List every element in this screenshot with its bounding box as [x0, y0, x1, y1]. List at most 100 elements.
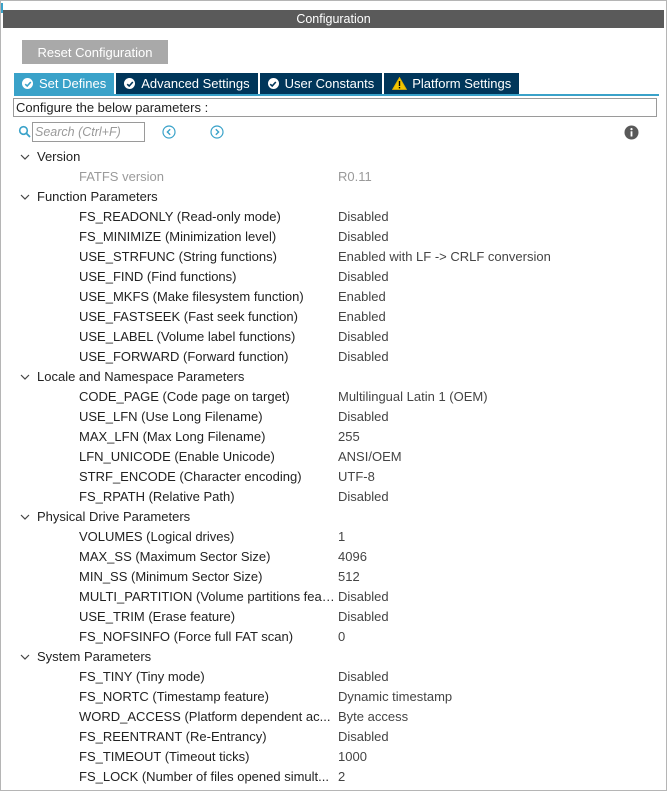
tab-platform-settings[interactable]: Platform Settings — [384, 73, 520, 94]
param-row[interactable]: FS_READONLY (Read-only mode) Disabled — [1, 207, 666, 227]
param-name: USE_STRFUNC (String functions) — [79, 249, 277, 264]
param-row[interactable]: FS_RPATH (Relative Path) Disabled — [1, 487, 666, 507]
param-value[interactable]: Disabled — [338, 327, 389, 347]
param-row[interactable]: MIN_SS (Minimum Sector Size) 512 — [1, 567, 666, 587]
param-value[interactable]: ANSI/OEM — [338, 447, 402, 467]
param-row[interactable]: USE_MKFS (Make filesystem function) Enabl… — [1, 287, 666, 307]
info-icon[interactable] — [624, 125, 639, 140]
group-label: System Parameters — [37, 649, 152, 664]
param-row[interactable]: FS_LOCK (Number of files opened simult..… — [1, 767, 666, 787]
param-name: FS_RPATH (Relative Path) — [79, 489, 235, 504]
param-row[interactable]: USE_TRIM (Erase feature) Disabled — [1, 607, 666, 627]
param-value[interactable]: R0.11 — [338, 167, 372, 187]
param-value[interactable]: Disabled — [338, 227, 389, 247]
param-value[interactable]: Enabled — [338, 287, 386, 307]
group-label: Version — [37, 149, 81, 164]
param-row[interactable]: MAX_LFN (Max Long Filename) 255 — [1, 427, 666, 447]
chevron-down-icon[interactable] — [20, 152, 30, 162]
param-row[interactable]: FATFS version R0.11 — [1, 167, 666, 187]
next-result-icon[interactable] — [210, 125, 224, 139]
param-value[interactable]: Enabled — [338, 307, 386, 327]
reset-configuration-button[interactable]: Reset Configuration — [22, 40, 168, 64]
param-name: FS_LOCK (Number of files opened simult..… — [79, 769, 329, 784]
param-value[interactable]: Disabled — [338, 407, 389, 427]
param-row[interactable]: FS_MINIMIZE (Minimization level) Disabled — [1, 227, 666, 247]
param-value[interactable]: UTF-8 — [338, 467, 375, 487]
tab-user-constants[interactable]: User Constants — [259, 73, 383, 94]
param-row[interactable]: LFN_UNICODE (Enable Unicode) ANSI/OEM — [1, 447, 666, 467]
param-row[interactable]: CODE_PAGE (Code page on target) Multiling… — [1, 387, 666, 407]
param-name: MULTI_PARTITION (Volume partitions feat.… — [79, 589, 335, 604]
param-row[interactable]: FS_REENTRANT (Re-Entrancy) Disabled — [1, 727, 666, 747]
param-name: USE_FORWARD (Forward function) — [79, 349, 289, 364]
tab-set-defines[interactable]: Set Defines — [14, 73, 115, 94]
tab-label: Set Defines — [39, 76, 107, 91]
previous-result-icon[interactable] — [162, 125, 176, 139]
param-value[interactable]: Disabled — [338, 487, 389, 507]
param-value[interactable]: 0 — [338, 627, 345, 647]
param-name: USE_MKFS (Make filesystem function) — [79, 289, 304, 304]
configuration-panel: Configuration Reset Configuration Set De… — [0, 0, 667, 791]
param-value[interactable]: Disabled — [338, 207, 389, 227]
param-value[interactable]: 1 — [338, 527, 345, 547]
param-name: USE_LABEL (Volume label functions) — [79, 329, 296, 344]
param-row[interactable]: USE_FASTSEEK (Fast seek function) Enabled — [1, 307, 666, 327]
param-row[interactable]: WORD_ACCESS (Platform dependent ac... Byt… — [1, 707, 666, 727]
param-name: FATFS version — [79, 169, 165, 184]
param-name: WORD_ACCESS (Platform dependent ac... — [79, 709, 331, 724]
param-row[interactable]: FS_TIMEOUT (Timeout ticks) 1000 — [1, 747, 666, 767]
param-row[interactable]: STRF_ENCODE (Character encoding) UTF-8 — [1, 467, 666, 487]
param-value[interactable]: 255 — [338, 427, 360, 447]
param-value[interactable]: Enabled with LF -> CRLF conversion — [338, 247, 551, 267]
group-version[interactable]: Version — [1, 147, 666, 167]
param-value[interactable]: Byte access — [338, 707, 408, 727]
param-row[interactable]: FS_NORTC (Timestamp feature) Dynamic time… — [1, 687, 666, 707]
param-row[interactable]: USE_LFN (Use Long Filename) Disabled — [1, 407, 666, 427]
param-name: FS_NOFSINFO (Force full FAT scan) — [79, 629, 294, 644]
param-name: MAX_SS (Maximum Sector Size) — [79, 549, 271, 564]
param-row[interactable]: USE_FIND (Find functions) Disabled — [1, 267, 666, 287]
param-value[interactable]: Disabled — [338, 607, 389, 627]
chevron-down-icon[interactable] — [20, 652, 30, 662]
tab-label: User Constants — [284, 76, 375, 91]
search-input[interactable] — [32, 122, 145, 142]
param-row[interactable]: USE_STRFUNC (String functions) Enabled wi… — [1, 247, 666, 267]
chevron-down-icon[interactable] — [20, 512, 30, 522]
tab-underline — [14, 94, 659, 96]
param-name: MAX_LFN (Max Long Filename) — [79, 429, 266, 444]
group-system-parameters[interactable]: System Parameters — [1, 647, 666, 667]
param-row[interactable]: MULTI_PARTITION (Volume partitions feat.… — [1, 587, 666, 607]
param-row[interactable]: USE_LABEL (Volume label functions) Disabl… — [1, 327, 666, 347]
group-label: Function Parameters — [37, 189, 158, 204]
group-function-parameters[interactable]: Function Parameters — [1, 187, 666, 207]
param-value[interactable]: Disabled — [338, 267, 389, 287]
param-row[interactable]: FS_NOFSINFO (Force full FAT scan) 0 — [1, 627, 666, 647]
param-value[interactable]: Disabled — [338, 727, 389, 747]
chevron-down-icon[interactable] — [20, 192, 30, 202]
param-name: FS_TINY (Tiny mode) — [79, 669, 205, 684]
param-value[interactable]: Disabled — [338, 347, 389, 367]
param-value[interactable]: Disabled — [338, 667, 389, 687]
param-name: USE_LFN (Use Long Filename) — [79, 409, 263, 424]
group-label: Locale and Namespace Parameters — [37, 369, 245, 384]
group-locale-and-namespace-parameters[interactable]: Locale and Namespace Parameters — [1, 367, 666, 387]
param-value[interactable]: 4096 — [338, 547, 367, 567]
param-row[interactable]: MAX_SS (Maximum Sector Size) 4096 — [1, 547, 666, 567]
param-row[interactable]: VOLUMES (Logical drives) 1 — [1, 527, 666, 547]
tab-bar: Set Defines Advanced Settings User Const… — [14, 73, 521, 94]
param-value[interactable]: Disabled — [338, 587, 389, 607]
group-physical-drive-parameters[interactable]: Physical Drive Parameters — [1, 507, 666, 527]
param-value[interactable]: Multilingual Latin 1 (OEM) — [338, 387, 488, 407]
param-name: USE_TRIM (Erase feature) — [79, 609, 236, 624]
param-value[interactable]: 512 — [338, 567, 360, 587]
param-row[interactable]: FS_TINY (Tiny mode) Disabled — [1, 667, 666, 687]
param-value[interactable]: Dynamic timestamp — [338, 687, 452, 707]
param-row[interactable]: USE_FORWARD (Forward function) Disabled — [1, 347, 666, 367]
param-name: VOLUMES (Logical drives) — [79, 529, 235, 544]
search-icon — [18, 125, 31, 138]
tab-advanced-settings[interactable]: Advanced Settings — [116, 73, 258, 94]
param-value[interactable]: 1000 — [338, 747, 367, 767]
check-circle-icon — [124, 78, 136, 89]
param-value[interactable]: 2 — [338, 767, 345, 787]
chevron-down-icon[interactable] — [20, 372, 30, 382]
